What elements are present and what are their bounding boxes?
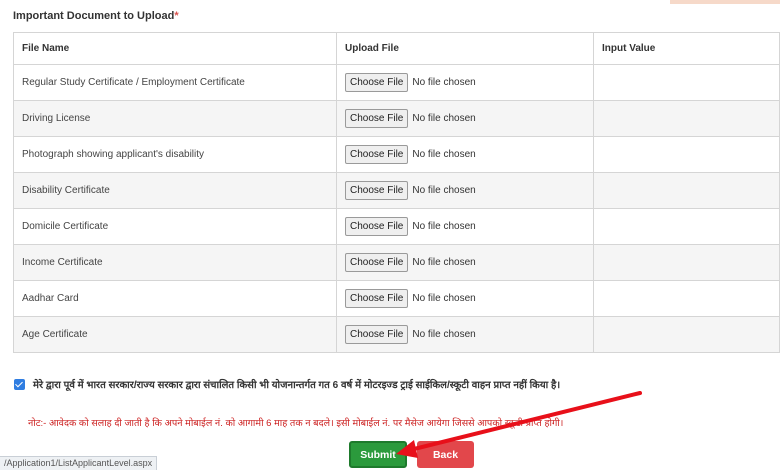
file-status: No file chosen (412, 113, 476, 124)
row-upload-cell: Choose File No file chosen (336, 100, 594, 137)
file-status: No file chosen (412, 257, 476, 268)
header-input-value: Input Value (593, 32, 780, 65)
choose-file-button[interactable]: Choose File (345, 73, 409, 92)
choose-file-button[interactable]: Choose File (345, 145, 409, 164)
row-input-value[interactable] (593, 244, 780, 281)
table-row: Disability Certificate Choose File No fil… (13, 172, 780, 209)
row-upload-cell: Choose File No file chosen (336, 280, 594, 317)
file-status: No file chosen (412, 329, 476, 340)
declaration-text: मेरे द्वारा पूर्व में भारत सरकार/राज्य स… (33, 380, 561, 391)
row-upload-cell: Choose File No file chosen (336, 136, 594, 173)
choose-file-button[interactable]: Choose File (345, 253, 409, 272)
table-row: Aadhar Card Choose File No file chosen (13, 280, 780, 317)
header-upload-file: Upload File (336, 32, 594, 65)
row-upload-cell: Choose File No file chosen (336, 64, 594, 101)
file-status: No file chosen (412, 293, 476, 304)
choose-file-button[interactable]: Choose File (345, 325, 409, 344)
row-input-value[interactable] (593, 100, 780, 137)
row-file-name: Aadhar Card (13, 280, 337, 317)
row-file-name: Photograph showing applicant's disabilit… (13, 136, 337, 173)
table-row: Photograph showing applicant's disabilit… (13, 136, 780, 173)
row-upload-cell: Choose File No file chosen (336, 208, 594, 245)
row-input-value[interactable] (593, 280, 780, 317)
top-accent-bar (670, 0, 780, 4)
table-row: Domicile Certificate Choose File No file … (13, 208, 780, 245)
row-upload-cell: Choose File No file chosen (336, 244, 594, 281)
file-status: No file chosen (412, 149, 476, 160)
file-status: No file chosen (412, 77, 476, 88)
row-file-name: Regular Study Certificate / Employment C… (13, 64, 337, 101)
table-row: Driving License Choose File No file chose… (13, 100, 780, 137)
back-button[interactable]: Back (417, 441, 474, 468)
row-upload-cell: Choose File No file chosen (336, 316, 594, 353)
row-file-name: Driving License (13, 100, 337, 137)
mobile-note: नोट:- आवेदक को सलाह दी जाती है कि अपने म… (28, 418, 564, 429)
table-header-row: File Name Upload File Input Value (13, 32, 780, 65)
declaration: मेरे द्वारा पूर्व में भारत सरकार/राज्य स… (14, 377, 774, 391)
section-title: Important Document to Upload* (13, 10, 179, 22)
row-file-name: Disability Certificate (13, 172, 337, 209)
row-file-name: Domicile Certificate (13, 208, 337, 245)
file-status: No file chosen (412, 221, 476, 232)
section-title-text: Important Document to Upload (13, 10, 175, 22)
choose-file-button[interactable]: Choose File (345, 289, 409, 308)
choose-file-button[interactable]: Choose File (345, 217, 409, 236)
row-file-name: Income Certificate (13, 244, 337, 281)
status-bar-url: /Application1/ListApplicantLevel.aspx (0, 456, 158, 470)
row-file-name: Age Certificate (13, 316, 337, 353)
row-input-value[interactable] (593, 64, 780, 101)
table-row: Regular Study Certificate / Employment C… (13, 64, 780, 101)
row-input-value[interactable] (593, 316, 780, 353)
documents-table: File Name Upload File Input Value Regula… (13, 32, 780, 353)
declaration-checkbox[interactable] (14, 378, 25, 390)
choose-file-button[interactable]: Choose File (345, 181, 409, 200)
choose-file-button[interactable]: Choose File (345, 109, 409, 128)
submit-button[interactable]: Submit (349, 441, 407, 468)
row-input-value[interactable] (593, 172, 780, 209)
file-status: No file chosen (412, 185, 476, 196)
table-row: Income Certificate Choose File No file ch… (13, 244, 780, 281)
row-input-value[interactable] (593, 136, 780, 173)
required-mark: * (174, 10, 179, 22)
table-row: Age Certificate Choose File No file chose… (13, 316, 780, 353)
row-upload-cell: Choose File No file chosen (336, 172, 594, 209)
header-file-name: File Name (13, 32, 337, 65)
row-input-value[interactable] (593, 208, 780, 245)
